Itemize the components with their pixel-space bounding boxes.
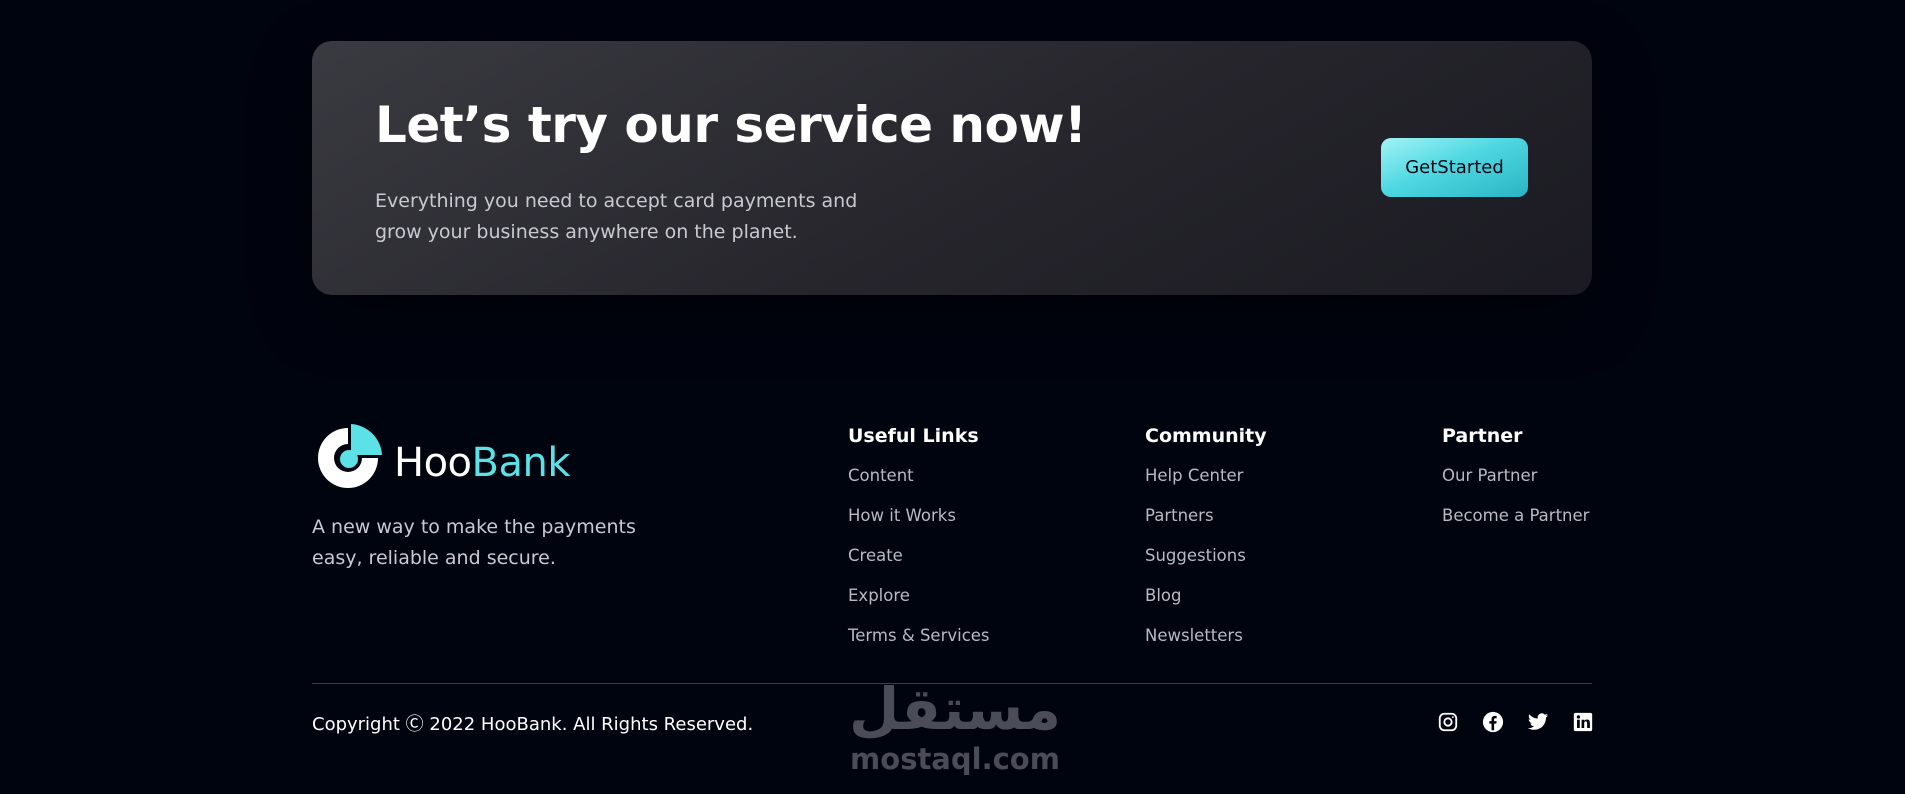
- footer-column-partner: Partner Our Partner Become a Partner: [1442, 424, 1589, 544]
- footer-link-explore[interactable]: Explore: [848, 584, 990, 624]
- watermark-latin: mostaql.com: [850, 742, 1060, 776]
- link-list: Help Center Partners Suggestions Blog Ne…: [1145, 464, 1267, 664]
- column-title: Useful Links: [848, 425, 979, 447]
- twitter-icon[interactable]: [1527, 711, 1549, 733]
- footer-link-our-partner[interactable]: Our Partner: [1442, 464, 1589, 504]
- linkedin-icon[interactable]: [1572, 711, 1594, 733]
- facebook-icon[interactable]: [1482, 711, 1504, 733]
- hoobank-logo-icon: [318, 424, 382, 488]
- logo-wordmark: HooBank: [394, 440, 571, 486]
- watermark-arabic: مستقل: [848, 675, 1062, 743]
- get-started-button[interactable]: GetStarted: [1381, 138, 1528, 197]
- footer-link-become-partner[interactable]: Become a Partner: [1442, 504, 1589, 544]
- footer-link-newsletters[interactable]: Newsletters: [1145, 624, 1267, 664]
- brand-tagline: A new way to make the payments easy, rel…: [312, 516, 636, 569]
- cta-description: Everything you need to accept card payme…: [375, 190, 858, 243]
- instagram-icon[interactable]: [1437, 711, 1459, 733]
- column-title: Partner: [1442, 425, 1523, 447]
- footer-column-community: Community Help Center Partners Suggestio…: [1145, 424, 1267, 664]
- footer-link-content[interactable]: Content: [848, 464, 990, 504]
- link-list: Our Partner Become a Partner: [1442, 464, 1589, 544]
- cta-title: Let’s try our service now!: [375, 96, 1087, 154]
- footer-link-help-center[interactable]: Help Center: [1145, 464, 1267, 504]
- logo-hoo: Hoo: [394, 440, 472, 486]
- footer-link-create[interactable]: Create: [848, 544, 990, 584]
- footer-divider: [312, 683, 1592, 684]
- footer-link-terms-services[interactable]: Terms & Services: [848, 624, 990, 664]
- footer-link-suggestions[interactable]: Suggestions: [1145, 544, 1267, 584]
- footer-column-useful-links: Useful Links Content How it Works Create…: [848, 424, 990, 664]
- footer-link-partners[interactable]: Partners: [1145, 504, 1267, 544]
- copyright-text: Copyright Ⓒ 2022 HooBank. All Rights Res…: [312, 714, 754, 735]
- footer-link-blog[interactable]: Blog: [1145, 584, 1267, 624]
- page: Let’s try our service now! Everything yo…: [0, 0, 1905, 794]
- link-list: Content How it Works Create Explore Term…: [848, 464, 990, 664]
- logo-bank: Bank: [471, 440, 571, 486]
- column-title: Community: [1145, 425, 1267, 447]
- cta-card: Let’s try our service now! Everything yo…: [312, 41, 1592, 295]
- footer-link-how-it-works[interactable]: How it Works: [848, 504, 990, 544]
- mostaql-watermark: مستقل mostaql.com: [845, 678, 1065, 776]
